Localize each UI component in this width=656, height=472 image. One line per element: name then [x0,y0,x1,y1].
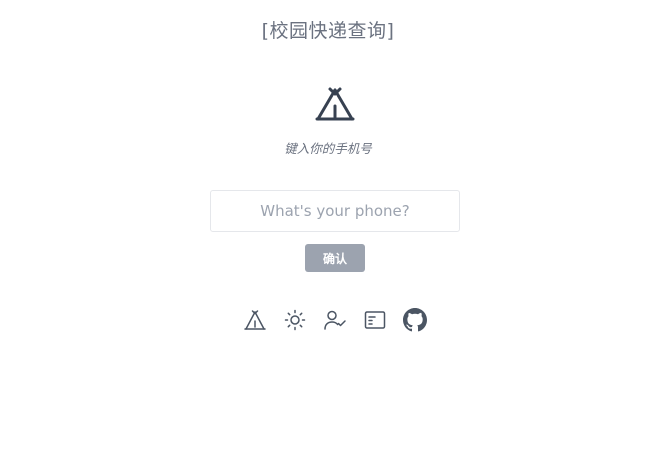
tent-icon[interactable] [243,308,267,332]
phone-input[interactable] [210,190,460,232]
subtitle: 键入你的手机号 [284,141,372,156]
sun-icon[interactable] [283,308,307,332]
user-check-icon[interactable] [323,308,347,332]
card-icon[interactable] [363,308,387,332]
github-icon[interactable] [403,308,427,332]
confirm-button[interactable]: 确认 [305,244,365,272]
tent-logo-icon [314,86,356,122]
footer-icon-bar [243,308,427,332]
page-title: [校园快递查询] [261,20,395,42]
